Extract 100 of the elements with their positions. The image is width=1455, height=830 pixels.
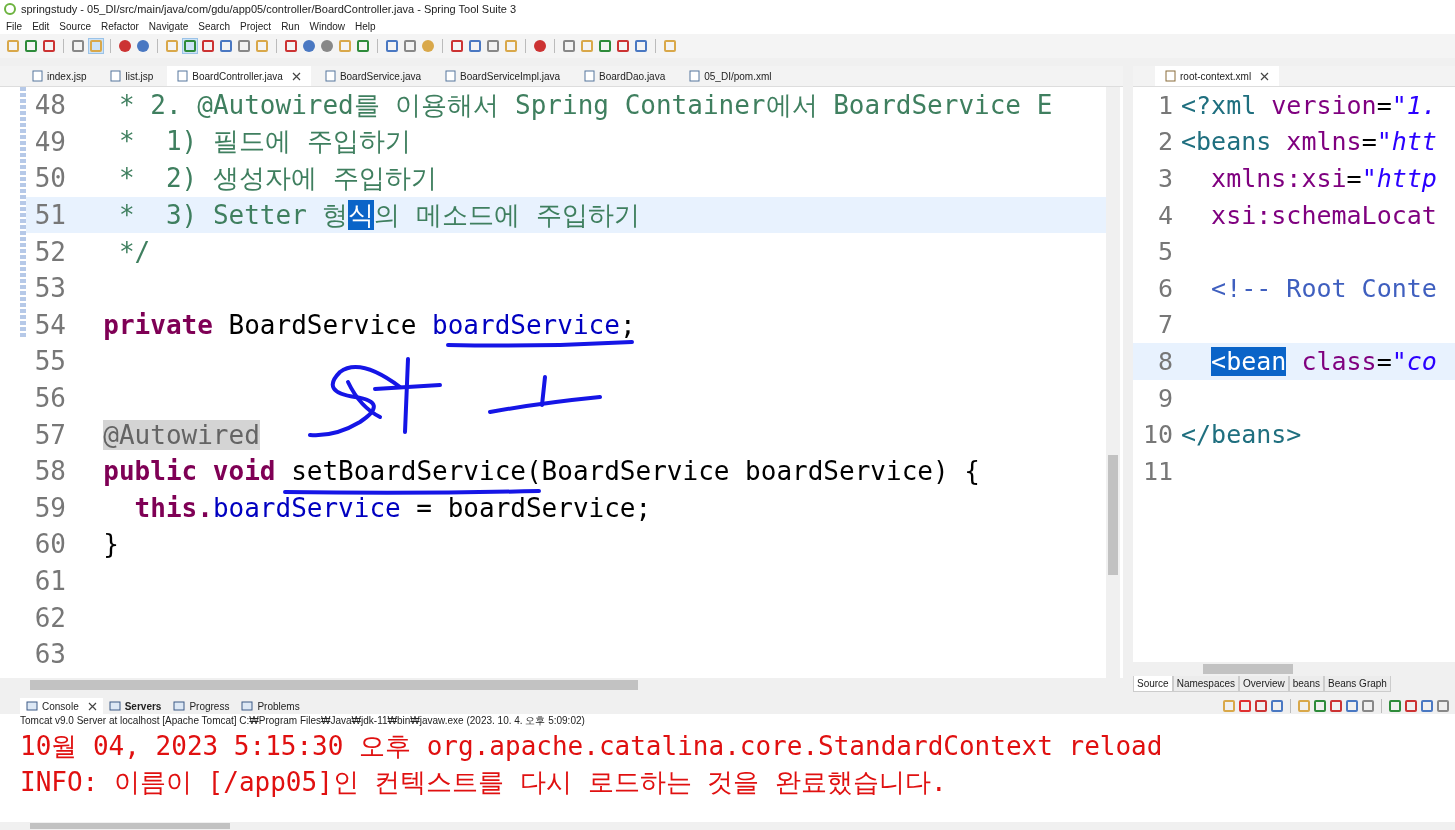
- editor-tab[interactable]: BoardDao.java: [574, 66, 676, 86]
- round-toolbar-icon[interactable]: [302, 39, 316, 53]
- toolbar-icon[interactable]: [71, 39, 85, 53]
- toolbar-icon[interactable]: [634, 39, 648, 53]
- menu-item[interactable]: File: [6, 20, 23, 32]
- toolbar-icon[interactable]: [338, 39, 352, 53]
- toolbar-icon[interactable]: [1389, 700, 1401, 712]
- toolbar-icon[interactable]: [255, 39, 269, 53]
- line-number: 11: [1141, 456, 1174, 486]
- toolbar-icon[interactable]: [468, 39, 482, 53]
- toolbar-icon[interactable]: [450, 39, 464, 53]
- horizontal-scrollbar[interactable]: [1133, 662, 1455, 676]
- menu-item[interactable]: Navigate: [148, 20, 189, 32]
- horizontal-scrollbar[interactable]: [0, 822, 1455, 830]
- toolbar-icon[interactable]: [201, 39, 215, 53]
- editor-tab[interactable]: index.jsp: [22, 66, 97, 86]
- toolbar-icon[interactable]: [598, 39, 612, 53]
- toolbar-icon[interactable]: [183, 39, 197, 53]
- code-line: this.boardService = boardService;: [133, 492, 652, 523]
- toolbar-icon[interactable]: [165, 39, 179, 53]
- line-number: 5: [1156, 237, 1174, 267]
- editor-page-tab[interactable]: Beans Graph: [1324, 676, 1391, 692]
- line-number: 61: [33, 566, 67, 596]
- code-line: * 2. @Autowired를 이용해서 Spring Container에서 BoardService E: [117, 88, 1053, 122]
- code-line: <beans xmlns="htt: [1181, 127, 1437, 157]
- toolbar-icon[interactable]: [356, 39, 370, 53]
- close-icon[interactable]: [87, 701, 97, 711]
- console-output-line: 10월 04, 2023 5:15:30 오후 org.apache.catalina.core.StandardContext reload: [20, 730, 1164, 763]
- view-tab[interactable]: Problems: [235, 698, 306, 714]
- menu-item[interactable]: Source: [59, 20, 92, 32]
- toolbar-icon[interactable]: [1405, 700, 1417, 712]
- editor-page-tab[interactable]: Overview: [1239, 676, 1289, 692]
- toolbar-icon[interactable]: [616, 39, 630, 53]
- toolbar-icon[interactable]: [219, 39, 233, 53]
- toolbar-icon[interactable]: [1314, 700, 1326, 712]
- menu-item[interactable]: Project: [240, 20, 272, 32]
- menu-item[interactable]: Help: [355, 20, 376, 32]
- close-icon[interactable]: [291, 71, 301, 81]
- toolbar-icon[interactable]: [1255, 700, 1267, 712]
- line-number: 62: [33, 602, 67, 633]
- view-tab[interactable]: Progress: [167, 698, 236, 714]
- editor-page-tab[interactable]: Source: [1133, 676, 1173, 692]
- toolbar-icon[interactable]: [1271, 700, 1283, 712]
- round-toolbar-icon[interactable]: [533, 39, 547, 53]
- toolbar-icon[interactable]: [385, 39, 399, 53]
- line-number: 53: [33, 273, 67, 304]
- toolbar-icon[interactable]: [24, 39, 38, 53]
- toolbar-icon[interactable]: [663, 39, 677, 53]
- toolbar-icon[interactable]: [504, 39, 518, 53]
- code-line: */: [117, 236, 151, 267]
- editor-tab[interactable]: root-context.xml: [1155, 66, 1280, 86]
- menu-item[interactable]: Edit: [32, 20, 50, 32]
- code-line: <!-- Root Conte: [1210, 273, 1437, 303]
- file-icon: [110, 70, 122, 82]
- file-icon: [445, 70, 457, 82]
- toolbar-icon[interactable]: [284, 39, 298, 53]
- menu-item[interactable]: Window: [309, 20, 346, 32]
- window-icon: [26, 700, 38, 712]
- toolbar-icon[interactable]: [562, 39, 576, 53]
- editor-tab[interactable]: 05_DI/pom.xml: [679, 66, 782, 86]
- editor-page-tab[interactable]: Namespaces: [1172, 676, 1240, 692]
- editor-tab[interactable]: BoardController.java: [167, 66, 311, 86]
- code-line: public void setBoardService(BoardService boardService) {: [102, 456, 980, 487]
- horizontal-scrollbar[interactable]: [0, 678, 1123, 692]
- menu-item[interactable]: Search: [198, 20, 230, 32]
- round-toolbar-icon[interactable]: [118, 39, 132, 53]
- toolbar-icon[interactable]: [486, 39, 500, 53]
- editor-tab[interactable]: list.jsp: [100, 66, 164, 86]
- menu-item[interactable]: Run: [281, 20, 300, 32]
- toolbar-icon[interactable]: [1346, 700, 1358, 712]
- close-icon[interactable]: [1260, 71, 1270, 81]
- toolbar-icon[interactable]: [42, 39, 56, 53]
- round-toolbar-icon[interactable]: [320, 39, 334, 53]
- code-line: private BoardService boardService;: [102, 309, 636, 340]
- line-number: 50: [33, 163, 67, 194]
- code-line: }: [102, 529, 119, 560]
- view-tab[interactable]: Console: [20, 698, 103, 714]
- toolbar-icon[interactable]: [6, 39, 20, 53]
- vertical-scrollbar[interactable]: [1106, 87, 1120, 678]
- file-icon: [177, 70, 189, 82]
- window-icon: [173, 700, 186, 712]
- toolbar-icon[interactable]: [1437, 700, 1449, 712]
- editor-tab[interactable]: BoardServiceImpl.java: [435, 66, 571, 86]
- editor-page-tab[interactable]: beans: [1288, 676, 1324, 692]
- round-toolbar-icon[interactable]: [136, 39, 150, 53]
- toolbar-icon[interactable]: [1421, 700, 1433, 712]
- toolbar-icon[interactable]: [580, 39, 594, 53]
- round-toolbar-icon[interactable]: [421, 39, 435, 53]
- line-number: 52: [33, 236, 67, 267]
- toolbar-icon[interactable]: [237, 39, 251, 53]
- view-tab[interactable]: Servers: [102, 698, 168, 714]
- toolbar-icon[interactable]: [1330, 700, 1342, 712]
- toolbar-icon[interactable]: [403, 39, 417, 53]
- toolbar-icon[interactable]: [1239, 700, 1251, 712]
- line-number: 63: [33, 639, 67, 670]
- menu-item[interactable]: Refactor: [101, 20, 139, 32]
- line-number: 56: [33, 383, 67, 414]
- editor-tab[interactable]: BoardService.java: [314, 66, 432, 86]
- toolbar-icon[interactable]: [1362, 700, 1374, 712]
- code-line: * 1) 필드에 주입하기: [117, 125, 411, 159]
